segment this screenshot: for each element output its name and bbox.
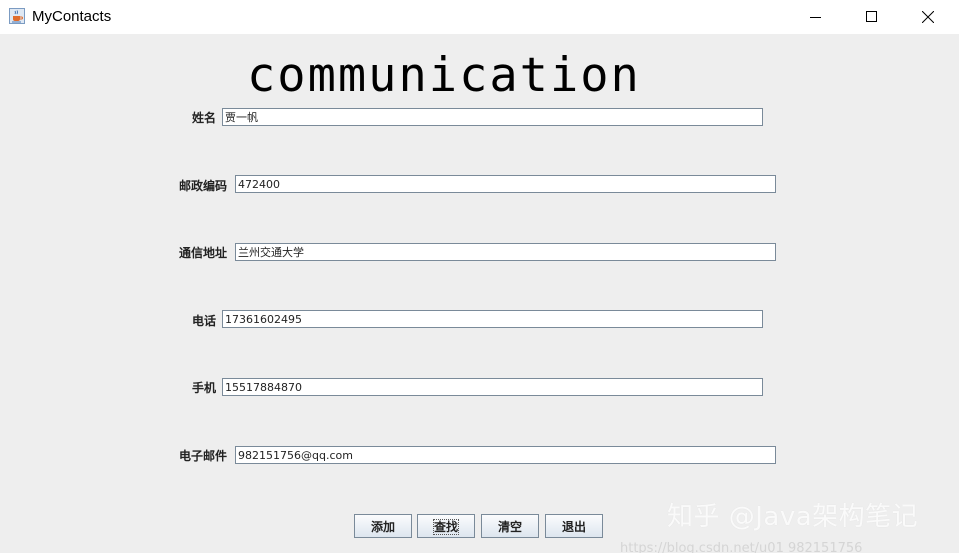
watermark-url: https://blog.csdn.net/u01 982151756 [620, 541, 863, 553]
maximize-icon [866, 11, 877, 22]
mobile-label: 手机 [192, 381, 217, 395]
close-icon [922, 11, 934, 23]
search-button[interactable]: 查找 [417, 514, 475, 538]
maximize-button[interactable] [844, 0, 900, 34]
watermark: 知乎 @Java架构笔记 [667, 502, 919, 532]
add-button[interactable]: 添加 [354, 514, 412, 538]
java-cup-icon [9, 8, 25, 24]
clear-button-label: 清空 [497, 519, 522, 534]
email-label: 电子邮件 [179, 449, 228, 463]
postcode-field[interactable] [235, 175, 776, 193]
title-bar[interactable]: MyContacts [0, 0, 959, 34]
add-button-label: 添加 [370, 519, 395, 534]
postcode-label: 邮政编码 [179, 179, 228, 193]
page-heading: communication [247, 48, 641, 103]
address-field[interactable] [235, 243, 776, 261]
address-label: 通信地址 [179, 246, 228, 260]
app-window: MyContacts communication 姓名 邮政编码 通信地址 电话… [0, 0, 959, 553]
minimize-button[interactable] [788, 0, 844, 34]
minimize-icon [810, 17, 821, 18]
phone-label: 电话 [192, 314, 217, 328]
window-title: MyContacts [32, 8, 112, 25]
search-button-label: 查找 [432, 518, 460, 535]
name-label: 姓名 [192, 111, 217, 125]
close-button[interactable] [900, 0, 956, 34]
exit-button[interactable]: 退出 [545, 514, 603, 538]
clear-button[interactable]: 清空 [481, 514, 539, 538]
email-field[interactable] [235, 446, 776, 464]
mobile-field[interactable] [222, 378, 763, 396]
exit-button-label: 退出 [561, 519, 586, 534]
name-field[interactable] [222, 108, 763, 126]
phone-field[interactable] [222, 310, 763, 328]
